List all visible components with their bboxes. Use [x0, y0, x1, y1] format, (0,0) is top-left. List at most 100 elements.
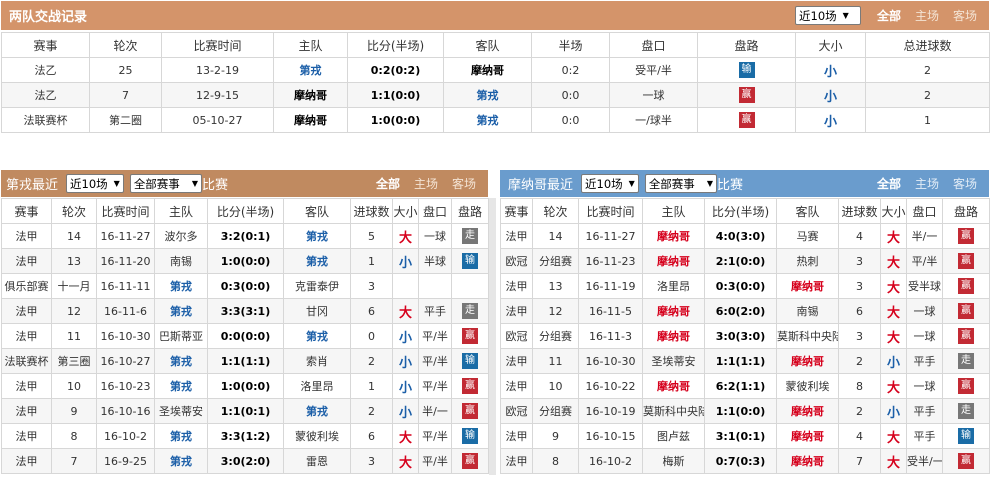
table-cell: 大	[392, 448, 419, 474]
team-a-filter-home[interactable]: 主场	[414, 175, 438, 192]
table-cell: 法甲	[1, 248, 52, 274]
team-link[interactable]: 第戎	[154, 298, 208, 324]
team-b-filter-away[interactable]: 客场	[953, 175, 977, 192]
team-link[interactable]: 摩纳哥	[273, 107, 348, 133]
team-link[interactable]: 第戎	[154, 348, 208, 374]
team-b-filter-all[interactable]: 全部	[877, 175, 901, 192]
column-header: 大小	[795, 32, 866, 58]
table-cell: 小	[795, 57, 866, 83]
team-link[interactable]: 摩纳哥	[443, 57, 532, 83]
table-cell: 法甲	[1, 423, 52, 449]
team-link[interactable]: 梅斯	[642, 448, 705, 474]
team-link[interactable]: 摩纳哥	[776, 423, 839, 449]
result-tag: 走	[958, 353, 974, 369]
team-b-count-select[interactable]: 近10场 ▼	[581, 174, 639, 193]
team-link[interactable]: 蒙彼利埃	[776, 373, 839, 399]
team-link[interactable]: 马赛	[776, 223, 839, 249]
h2h-filter-away[interactable]: 客场	[953, 7, 977, 24]
handicap-result-badge: 赢	[942, 323, 990, 349]
team-link[interactable]: 波尔多	[154, 223, 208, 249]
table-cell: 十一月	[51, 273, 97, 299]
handicap-result-badge: 输	[451, 248, 489, 274]
team-link[interactable]: 巴斯蒂亚	[154, 323, 208, 349]
team-link[interactable]: 第戎	[154, 273, 208, 299]
team-link[interactable]: 摩纳哥	[642, 373, 705, 399]
team-b-filter-home[interactable]: 主场	[915, 175, 939, 192]
chevron-down-icon: ▼	[706, 179, 713, 188]
team-link[interactable]: 甘冈	[283, 298, 351, 324]
team-link[interactable]: 雷恩	[283, 448, 351, 474]
result-tag: 输	[958, 428, 974, 444]
h2h-filter-all[interactable]: 全部	[877, 7, 901, 24]
team-link[interactable]: 摩纳哥	[776, 398, 839, 424]
team-link[interactable]: 南锡	[154, 248, 208, 274]
table-row: 法甲 14 16-11-27 摩纳哥 4:0(3:0) 马赛 4 大半/一赢	[500, 223, 990, 249]
column-header: 客队	[283, 198, 351, 224]
table-cell: 第三圈	[51, 348, 97, 374]
team-link[interactable]: 克雷泰伊	[283, 273, 351, 299]
h2h-count-select[interactable]: 近10场 ▼	[795, 6, 861, 25]
scrollbar[interactable]	[489, 198, 496, 475]
team-link[interactable]: 摩纳哥	[776, 273, 839, 299]
result-tag: 走	[462, 228, 478, 244]
team-link[interactable]: 索肖	[283, 348, 351, 374]
column-header: 盘路	[697, 32, 796, 58]
team-link[interactable]: 蒙彼利埃	[283, 423, 351, 449]
team-link[interactable]: 第戎	[154, 448, 208, 474]
column-header: 比分(半场)	[347, 32, 444, 58]
team-link[interactable]: 第戎	[283, 398, 351, 424]
table-cell: 平手	[906, 348, 943, 374]
team-link[interactable]: 图卢兹	[642, 423, 705, 449]
team-link[interactable]: 第戎	[283, 248, 351, 274]
team-link[interactable]: 第戎	[443, 107, 532, 133]
table-cell: 0:7(0:3)	[704, 448, 777, 474]
result-tag: 赢	[462, 378, 478, 394]
team-link[interactable]: 圣埃蒂安	[642, 348, 705, 374]
team-link[interactable]: 南锡	[776, 298, 839, 324]
table-cell: 分组赛	[532, 323, 579, 349]
table-cell: 8	[838, 373, 881, 399]
team-link[interactable]: 洛里昂	[642, 273, 705, 299]
team-a-filter-all[interactable]: 全部	[376, 175, 400, 192]
column-header: 赛事	[1, 32, 90, 58]
team-b-competition-select[interactable]: 全部赛事 ▼	[644, 174, 717, 193]
table-cell: 6:2(1:1)	[704, 373, 777, 399]
team-link[interactable]: 摩纳哥	[642, 248, 705, 274]
team-link[interactable]: 摩纳哥	[642, 298, 705, 324]
team-a-filter-away[interactable]: 客场	[452, 175, 476, 192]
team-link[interactable]: 第戎	[283, 223, 351, 249]
table-cell: 小	[392, 248, 419, 274]
team-link[interactable]: 热刺	[776, 248, 839, 274]
table-cell: 16-11-27	[96, 223, 155, 249]
team-link[interactable]: 摩纳哥	[642, 223, 705, 249]
table-cell: 0	[350, 323, 393, 349]
team-link[interactable]: 摩纳哥	[776, 448, 839, 474]
handicap-result-badge: 走	[942, 348, 990, 374]
team-link[interactable]: 第戎	[273, 57, 348, 83]
team-link[interactable]: 摩纳哥	[642, 323, 705, 349]
team-link[interactable]: 莫斯科中央陆军	[776, 323, 839, 349]
table-cell: 法乙	[1, 57, 90, 83]
table-cell: 2	[865, 57, 990, 83]
team-a-count-select[interactable]: 近10场 ▼	[66, 174, 124, 193]
team-link[interactable]: 第戎	[154, 373, 208, 399]
table-cell: 平/半	[906, 248, 943, 274]
team-link[interactable]: 莫斯科中央陆军	[642, 398, 705, 424]
team-link[interactable]: 圣埃蒂安	[154, 398, 208, 424]
table-cell: 大	[392, 298, 419, 324]
table-cell: 12-9-15	[161, 82, 274, 108]
table-cell: 2	[838, 348, 881, 374]
h2h-filter-home[interactable]: 主场	[915, 7, 939, 24]
handicap-result-badge: 赢	[451, 323, 489, 349]
table-cell: 俱乐部赛	[1, 273, 52, 299]
team-link[interactable]: 第戎	[283, 323, 351, 349]
team-link[interactable]: 第戎	[154, 423, 208, 449]
team-link[interactable]: 洛里昂	[283, 373, 351, 399]
team-link[interactable]: 摩纳哥	[273, 82, 348, 108]
team-a-competition-select[interactable]: 全部赛事 ▼	[129, 174, 202, 193]
handicap-result-badge: 赢	[451, 448, 489, 474]
team-link[interactable]: 摩纳哥	[776, 348, 839, 374]
table-cell: 一球	[906, 373, 943, 399]
team-link[interactable]: 第戎	[443, 82, 532, 108]
table-cell: 法甲	[500, 348, 533, 374]
